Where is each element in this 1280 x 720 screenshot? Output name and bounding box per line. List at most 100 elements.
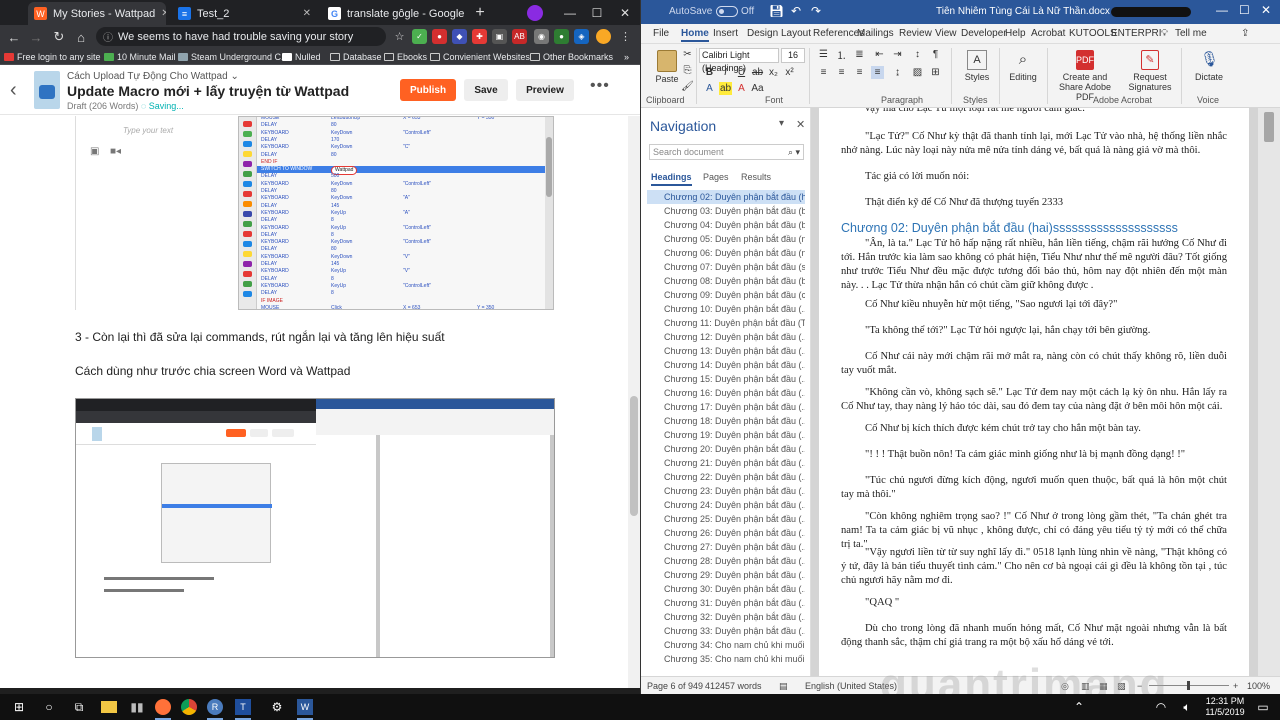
bookmark-item[interactable]: Nulled: [282, 50, 321, 64]
nav-heading-item[interactable]: Chương 33: Duyên phận bắt đầu (...: [647, 624, 805, 638]
tab-file[interactable]: File: [653, 28, 669, 39]
bookmark-folder[interactable]: Database: [330, 50, 382, 64]
align-left-icon[interactable]: ≡: [817, 66, 830, 79]
tab-insert[interactable]: Insert: [713, 28, 738, 39]
new-tab-button[interactable]: +: [465, 0, 495, 25]
scrollbar-thumb[interactable]: [1264, 112, 1274, 142]
nav-heading-item[interactable]: Chương 05: Duyên phận bắt đầu (n...: [647, 232, 805, 246]
tell-me-input[interactable]: Tell me: [1175, 28, 1207, 39]
increase-indent-icon[interactable]: ⇥: [891, 48, 904, 61]
tab-home[interactable]: Home: [681, 28, 709, 42]
close-window-button[interactable]: ✕: [1261, 3, 1271, 17]
macro-row[interactable]: DELAY 145: [257, 203, 547, 210]
zoom-in-icon[interactable]: +: [1233, 681, 1238, 691]
t-app-icon[interactable]: T: [232, 697, 254, 720]
align-center-icon[interactable]: ≡: [835, 66, 848, 79]
clock[interactable]: 12:31 PM 11/5/2019: [1205, 696, 1245, 718]
cut-icon[interactable]: ✂: [681, 48, 694, 61]
change-case-icon[interactable]: Aa: [751, 82, 764, 95]
macro-row[interactable]: DELAY 8: [257, 290, 547, 297]
omnibox[interactable]: ⓘ We seems to have had trouble saving yo…: [96, 27, 386, 46]
extension-icon[interactable]: ✚: [472, 29, 487, 44]
page-count[interactable]: Page 6 of 949: [647, 681, 703, 691]
nav-heading-item[interactable]: Chương 18: Duyên phận bắt đầu (...: [647, 414, 805, 428]
editing-button[interactable]: ⌕ Editing: [1003, 50, 1043, 82]
paste-button[interactable]: Paste: [649, 50, 685, 84]
menu-icon[interactable]: ⋮: [618, 29, 633, 44]
bookmark-folder[interactable]: Ebooks: [384, 50, 427, 64]
home-icon[interactable]: ⌂: [72, 28, 90, 46]
close-icon[interactable]: ✕: [161, 8, 166, 19]
bookmarks-more-button[interactable]: »: [624, 50, 629, 64]
tab-headings[interactable]: Headings: [651, 172, 692, 186]
macro-row[interactable]: KEYBOARD KeyDown "ControlLeft": [257, 181, 547, 188]
more-options-button[interactable]: •••: [590, 77, 610, 95]
nav-heading-item[interactable]: Chương 09: Duyên phận bắt đầu (c...: [647, 288, 805, 302]
font-size-select[interactable]: 16: [781, 48, 805, 63]
proofing-icon[interactable]: ▤: [779, 681, 788, 692]
dictate-button[interactable]: 🎙︎ Dictate: [1189, 50, 1229, 82]
strikethrough-button[interactable]: ab: [751, 66, 764, 79]
text-effects-icon[interactable]: A: [703, 82, 716, 95]
undo-icon[interactable]: ↶: [791, 4, 801, 18]
extension-icon[interactable]: ◉: [534, 29, 549, 44]
underline-button[interactable]: U: [735, 66, 748, 79]
macro-row[interactable]: KEYBOARD KeyUp "ControlLeft": [257, 225, 547, 232]
maximize-button[interactable]: ☐: [582, 0, 612, 25]
search-document-input[interactable]: Search document ⌕ ▾: [649, 144, 804, 160]
nav-heading-item[interactable]: Chương 14: Duyên phận bắt đầu (...: [647, 358, 805, 372]
bold-button[interactable]: B: [703, 66, 716, 79]
tab-developer[interactable]: Developer: [961, 28, 1007, 39]
macro-row[interactable]: DELAY 8: [257, 232, 547, 239]
refresh-icon[interactable]: ↻: [50, 28, 68, 46]
extension-icon[interactable]: ▣: [492, 29, 507, 44]
extension-icon[interactable]: ◈: [574, 29, 589, 44]
task-view-icon[interactable]: ⧉: [68, 697, 90, 717]
chevron-left-icon[interactable]: ‹: [10, 79, 17, 102]
app-icon[interactable]: ▮▮: [126, 697, 148, 717]
tab-review[interactable]: Review: [899, 28, 932, 39]
nav-heading-item[interactable]: Chương 25: Duyên phận bắt đầu (...: [647, 512, 805, 526]
maximize-button[interactable]: ☐: [1239, 3, 1250, 17]
bookmark-item[interactable]: Free login to any site: [4, 50, 101, 64]
nav-heading-item[interactable]: Chương 17: Duyên phận bắt đầu (...: [647, 400, 805, 414]
nav-heading-item[interactable]: Chương 12: Duyên phận bắt đầu (...: [647, 330, 805, 344]
subscript-button[interactable]: x₂: [767, 66, 780, 79]
macro-row[interactable]: SWITCH TO WINDOW Wattpad: [257, 166, 547, 176]
nav-heading-item[interactable]: Chương 27: Duyên phận bắt đầu (...: [647, 540, 805, 554]
minimize-button[interactable]: —: [555, 0, 585, 25]
macro-row[interactable]: KEYBOARD KeyDown "V": [257, 254, 547, 261]
nav-heading-item[interactable]: Chương 20: Duyên phận bắt đầu (...: [647, 442, 805, 456]
italic-button[interactable]: I: [719, 66, 732, 79]
bookmark-folder[interactable]: Other Bookmarks: [530, 50, 613, 64]
macro-row[interactable]: KEYBOARD KeyDown "ControlLeft": [257, 130, 547, 137]
nav-heading-item[interactable]: Chương 06: Duyên phận bắt đầu (n...: [647, 246, 805, 260]
scrollbar-thumb[interactable]: [546, 137, 552, 197]
macro-row[interactable]: DELAY 80: [257, 122, 547, 129]
macro-row[interactable]: IF IMAGE: [257, 298, 547, 305]
tab-help[interactable]: Help: [1005, 28, 1026, 39]
highlight-icon[interactable]: ab: [719, 82, 732, 95]
save-icon[interactable]: 💾︎: [769, 4, 784, 18]
windows-start-icon[interactable]: ⊞: [8, 697, 30, 717]
search-icon[interactable]: ⌕ ▾: [788, 145, 800, 159]
borders-icon[interactable]: ⊞: [929, 66, 942, 79]
image-icon[interactable]: ▣: [90, 146, 99, 157]
macro-row[interactable]: DELAY 80: [257, 188, 547, 195]
styles-button[interactable]: A Styles: [959, 50, 995, 82]
volume-icon[interactable]: 🔈︎: [1176, 697, 1198, 717]
nav-heading-item[interactable]: Chương 32: Duyên phận bắt đầu (...: [647, 610, 805, 624]
search-icon[interactable]: ○: [38, 697, 60, 717]
chevron-down-icon[interactable]: ▾: [779, 118, 784, 129]
format-painter-icon[interactable]: 🖌︎: [681, 80, 694, 93]
tab-enterprise[interactable]: ENTERPRI: [1111, 28, 1162, 39]
macro-row[interactable]: KEYBOARD KeyUp "V": [257, 268, 547, 275]
preview-button[interactable]: Preview: [516, 79, 574, 101]
autosave-toggle[interactable]: [716, 6, 738, 17]
nav-heading-item[interactable]: Chương 03: Duyên phận bắt đầu (ba): [647, 204, 805, 218]
file-explorer-icon[interactable]: [98, 697, 120, 717]
story-link[interactable]: Cách Upload Tự Động Cho Wattpad ⌄: [67, 71, 239, 82]
video-icon[interactable]: ■◂: [110, 146, 121, 157]
nav-heading-item[interactable]: Chương 13: Duyên phận bắt đầu (...: [647, 344, 805, 358]
document-area[interactable]: vậy mà cho Lạc Tử một loại rất mê người …: [811, 108, 1280, 676]
